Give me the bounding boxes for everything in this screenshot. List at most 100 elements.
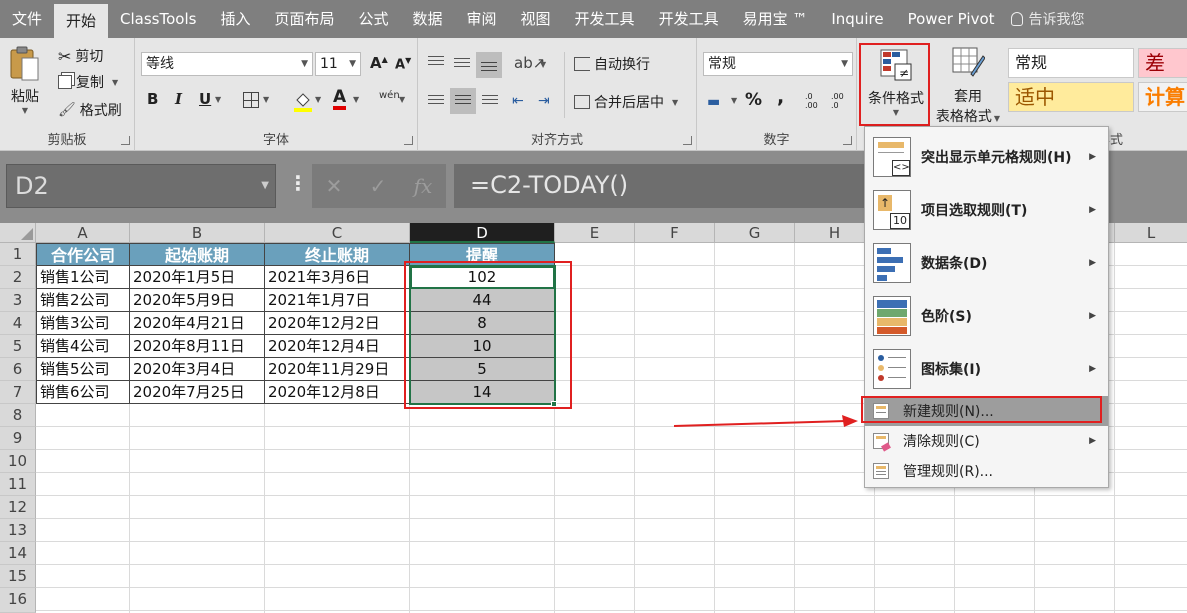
table-cell[interactable]: 销售3公司 [36,312,130,335]
cell-style-calculation[interactable]: 计算 [1138,82,1187,112]
borders-icon[interactable] [243,92,259,108]
row-header-3[interactable]: 3 [0,289,36,312]
tab-classtools[interactable]: ClassTools [108,0,208,38]
shrink-font-button[interactable]: A▼ [395,56,411,72]
tab-data[interactable]: 数据 [401,0,455,38]
column-header-l[interactable]: L [1115,223,1187,243]
number-format-combo[interactable]: 常规 ▼ [703,52,853,76]
select-all-button[interactable] [0,223,36,243]
increase-indent-icon[interactable]: ⇥ [538,93,550,109]
table-cell[interactable]: 2020年11月29日 [265,358,410,381]
row-header-11[interactable]: 11 [0,473,36,496]
tab-insert[interactable]: 插入 [208,0,262,38]
header-cell-end[interactable]: 终止账期 [265,243,410,266]
underline-dropdown-icon[interactable]: ▼ [215,95,221,104]
font-name-combo[interactable]: 等线 ▼ [141,52,313,76]
tell-me-search[interactable]: 告诉我您 [1010,9,1085,29]
accounting-format-icon[interactable]: ▬ [707,94,720,110]
decrease-decimal-button[interactable]: .00 .0 [831,92,849,110]
orientation-dropdown-icon[interactable]: ▼ [540,60,546,69]
align-middle-icon[interactable] [454,58,470,70]
table-cell[interactable]: 销售4公司 [36,335,130,358]
tab-home[interactable]: 开始 [54,4,109,38]
row-header-14[interactable]: 14 [0,542,36,565]
underline-button[interactable]: U [199,90,211,108]
center-align-button[interactable] [450,88,476,114]
number-launcher-icon[interactable] [843,136,852,145]
table-cell[interactable]: 2020年12月2日 [265,312,410,335]
name-box[interactable]: D2 ▼ [6,164,276,208]
merge-center-button[interactable]: 合并后居中 ▼ [574,92,678,112]
column-header-c[interactable]: C [265,223,410,243]
clipboard-launcher-icon[interactable] [121,136,130,145]
column-header-d[interactable]: D [410,223,555,243]
comma-button[interactable]: , [777,86,784,108]
row-header-16[interactable]: 16 [0,588,36,613]
row-header-5[interactable]: 5 [0,335,36,358]
italic-button[interactable]: I [175,90,182,108]
formula-input[interactable]: =C2-TODAY() [454,164,864,208]
table-cell[interactable]: 2020年4月21日 [130,312,265,335]
cell-style-neutral[interactable]: 适中 [1008,82,1134,112]
decrease-indent-icon[interactable]: ⇤ [512,93,524,109]
paste-dropdown-icon[interactable]: ▼ [22,106,28,115]
insert-function-icon[interactable]: fx [414,174,433,198]
table-cell[interactable]: 销售2公司 [36,289,130,312]
cell-style-bad[interactable]: 差 [1138,48,1187,78]
menu-item-color-scales[interactable]: 色阶(S) ▶ [865,289,1108,342]
fill-color-button[interactable] [293,90,313,116]
menu-item-icon-sets[interactable]: 图标集(I) ▶ [865,342,1108,395]
bold-button[interactable]: B [147,90,158,108]
menu-item-clear-rules[interactable]: 清除规则(C) ▶ [865,426,1108,456]
table-cell[interactable]: 2020年7月25日 [130,381,265,404]
accounting-dropdown-icon[interactable]: ▼ [731,96,737,105]
copy-button[interactable]: 复制 ▼ [58,72,118,92]
copy-dropdown-icon[interactable]: ▼ [112,78,118,87]
menu-item-highlight-cell-rules[interactable]: <> 突出显示单元格规则(H) ▶ [865,130,1108,183]
column-header-f[interactable]: F [635,223,715,243]
fill-color-dropdown-icon[interactable]: ▼ [315,95,321,104]
increase-decimal-button[interactable]: .0 .00 [805,92,823,110]
row-header-12[interactable]: 12 [0,496,36,519]
table-cell[interactable]: 销售1公司 [36,266,130,289]
row-header-9[interactable]: 9 [0,427,36,450]
column-header-e[interactable]: E [555,223,635,243]
row-header-6[interactable]: 6 [0,358,36,381]
menu-item-top-bottom-rules[interactable]: ↑ 10 项目选取规则(T) ▶ [865,183,1108,236]
align-bottom-button[interactable] [476,52,502,78]
table-cell[interactable]: 2020年3月4日 [130,358,265,381]
cell-style-normal[interactable]: 常规 [1008,48,1134,78]
font-launcher-icon[interactable] [404,136,413,145]
table-cell[interactable]: 2021年1月7日 [265,289,410,312]
merge-dropdown-icon[interactable]: ▼ [672,98,678,107]
wrap-text-button[interactable]: 自动换行 [574,54,650,74]
tab-page-layout[interactable]: 页面布局 [262,0,346,38]
row-header-15[interactable]: 15 [0,565,36,588]
menu-item-data-bars[interactable]: 数据条(D) ▶ [865,236,1108,289]
formula-bar-resize-handle[interactable]: ⋮ [288,171,308,195]
row-header-4[interactable]: 4 [0,312,36,335]
align-left-icon[interactable] [428,95,444,107]
tab-developer-2[interactable]: 开发工具 [647,0,731,38]
column-header-g[interactable]: G [715,223,795,243]
table-cell[interactable]: 2020年1月5日 [130,266,265,289]
font-color-button[interactable]: A [333,88,347,110]
header-cell-company[interactable]: 合作公司 [36,243,130,266]
font-color-dropdown-icon[interactable]: ▼ [353,95,359,104]
column-header-b[interactable]: B [130,223,265,243]
borders-dropdown-icon[interactable]: ▼ [263,95,269,104]
menu-item-manage-rules[interactable]: 管理规则(R)... [865,456,1108,486]
tab-easy-tools[interactable]: 易用宝 ™ [731,0,820,38]
cancel-icon[interactable]: ✕ [326,174,343,198]
paste-button[interactable]: 粘贴 ▼ [8,44,42,115]
tab-review[interactable]: 审阅 [455,0,509,38]
table-cell[interactable]: 2021年3月6日 [265,266,410,289]
tab-view[interactable]: 视图 [509,0,563,38]
row-header-2[interactable]: 2 [0,266,36,289]
column-header-h[interactable]: H [795,223,875,243]
table-cell[interactable]: 2020年12月4日 [265,335,410,358]
table-cell[interactable]: 2020年8月11日 [130,335,265,358]
percent-button[interactable]: % [745,90,762,110]
align-top-icon[interactable] [428,56,444,68]
table-cell[interactable]: 2020年5月9日 [130,289,265,312]
